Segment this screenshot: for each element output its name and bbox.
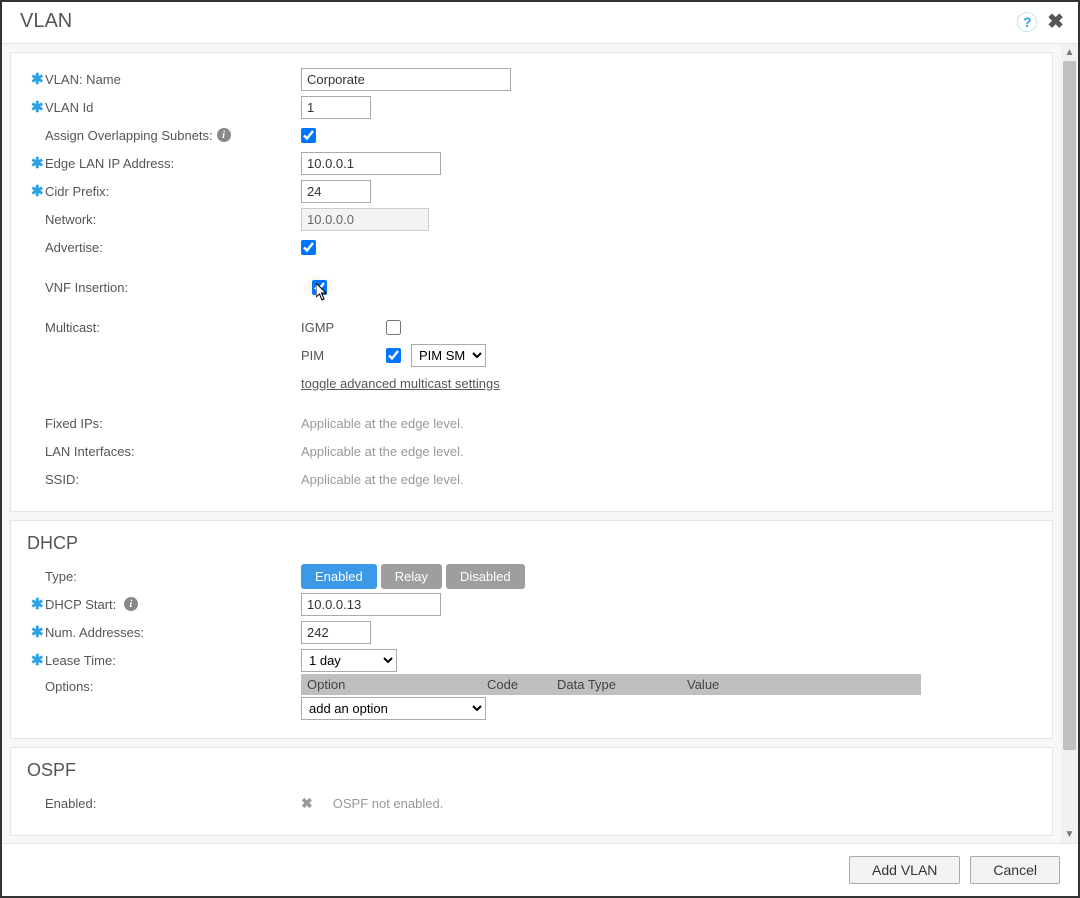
vnf-label: VNF Insertion: bbox=[45, 280, 128, 295]
dhcp-num-input[interactable] bbox=[301, 621, 371, 644]
vlan-name-input[interactable] bbox=[301, 68, 511, 91]
pim-mode-select[interactable]: PIM SM bbox=[411, 344, 486, 367]
pim-checkbox[interactable] bbox=[386, 348, 401, 363]
info-icon[interactable]: i bbox=[124, 597, 138, 611]
scroll-up-icon[interactable]: ▲ bbox=[1061, 44, 1078, 61]
cidr-input[interactable] bbox=[301, 180, 371, 203]
dhcp-disabled-button[interactable]: Disabled bbox=[446, 564, 525, 589]
vlan-section: ✱VLAN: Name ✱VLAN Id ✱Assign Overlapping… bbox=[10, 52, 1053, 512]
pim-label: PIM bbox=[301, 348, 346, 363]
ospf-enabled-label: Enabled: bbox=[45, 796, 96, 811]
fixed-ips-note: Applicable at the edge level. bbox=[301, 416, 464, 431]
scrollbar[interactable]: ▲ ▼ bbox=[1061, 44, 1078, 843]
dhcp-num-label: Num. Addresses: bbox=[45, 625, 144, 640]
options-label: Options: bbox=[45, 679, 93, 694]
igmp-checkbox[interactable] bbox=[386, 320, 401, 335]
vnf-checkbox[interactable] bbox=[312, 280, 327, 295]
cancel-button[interactable]: Cancel bbox=[970, 856, 1060, 884]
fixed-ips-label: Fixed IPs: bbox=[45, 416, 103, 431]
vlan-dialog: VLAN ? ✖ ✱VLAN: Name ✱VLAN Id ✱Assign Ov… bbox=[2, 2, 1078, 896]
dhcp-relay-button[interactable]: Relay bbox=[381, 564, 442, 589]
col-datatype: Data Type bbox=[557, 677, 687, 692]
ssid-label: SSID: bbox=[45, 472, 79, 487]
toggle-multicast-link[interactable]: toggle advanced multicast settings bbox=[301, 376, 500, 391]
dialog-title: VLAN bbox=[20, 10, 1017, 33]
scroll-down-icon[interactable]: ▼ bbox=[1061, 826, 1078, 843]
close-icon[interactable]: ✖ bbox=[1047, 12, 1064, 32]
vlan-name-label: VLAN: Name bbox=[45, 72, 121, 87]
lan-if-label: LAN Interfaces: bbox=[45, 444, 135, 459]
dhcp-type-group: Enabled Relay Disabled bbox=[301, 564, 525, 589]
dhcp-type-label: Type: bbox=[45, 569, 77, 584]
ospf-title: OSPF bbox=[27, 760, 1032, 781]
lease-label: Lease Time: bbox=[45, 653, 116, 668]
vlan-id-label: VLAN Id bbox=[45, 100, 93, 115]
col-value: Value bbox=[687, 677, 915, 692]
ssid-note: Applicable at the edge level. bbox=[301, 472, 464, 487]
scroll-thumb[interactable] bbox=[1063, 61, 1076, 750]
multicast-label: Multicast: bbox=[45, 320, 100, 335]
content-wrap: ✱VLAN: Name ✱VLAN Id ✱Assign Overlapping… bbox=[2, 44, 1078, 843]
advertise-label: Advertise: bbox=[45, 240, 103, 255]
edge-ip-input[interactable] bbox=[301, 152, 441, 175]
col-option: Option bbox=[307, 677, 487, 692]
lan-if-note: Applicable at the edge level. bbox=[301, 444, 464, 459]
dhcp-start-label: DHCP Start: bbox=[45, 597, 116, 612]
network-label: Network: bbox=[45, 212, 96, 227]
advertise-checkbox[interactable] bbox=[301, 240, 316, 255]
info-icon[interactable]: i bbox=[217, 128, 231, 142]
add-vlan-button[interactable]: Add VLAN bbox=[849, 856, 960, 884]
dialog-footer: Add VLAN Cancel bbox=[2, 843, 1078, 896]
dhcp-title: DHCP bbox=[27, 533, 1032, 554]
content-scroll: ✱VLAN: Name ✱VLAN Id ✱Assign Overlapping… bbox=[2, 44, 1061, 843]
igmp-label: IGMP bbox=[301, 320, 346, 335]
cidr-label: Cidr Prefix: bbox=[45, 184, 109, 199]
dhcp-enabled-button[interactable]: Enabled bbox=[301, 564, 377, 589]
dhcp-start-input[interactable] bbox=[301, 593, 441, 616]
lease-select[interactable]: 1 day bbox=[301, 649, 397, 672]
options-header: Option Code Data Type Value bbox=[301, 674, 921, 695]
vnf-highlight bbox=[301, 275, 337, 299]
ospf-not-enabled: OSPF not enabled. bbox=[333, 796, 444, 811]
add-option-select[interactable]: add an option bbox=[301, 697, 486, 720]
help-icon[interactable]: ? bbox=[1017, 12, 1037, 32]
edge-ip-label: Edge LAN IP Address: bbox=[45, 156, 174, 171]
overlap-label: Assign Overlapping Subnets: bbox=[45, 128, 213, 143]
dhcp-section: DHCP ✱Type: Enabled Relay Disabled ✱DHCP… bbox=[10, 520, 1053, 739]
vlan-id-input[interactable] bbox=[301, 96, 371, 119]
overlap-checkbox[interactable] bbox=[301, 128, 316, 143]
col-code: Code bbox=[487, 677, 557, 692]
network-field bbox=[301, 208, 429, 231]
ospf-section: OSPF ✱Enabled: ✖ OSPF not enabled. bbox=[10, 747, 1053, 836]
dialog-header: VLAN ? ✖ bbox=[2, 2, 1078, 44]
ospf-x-icon: ✖ bbox=[301, 795, 313, 812]
